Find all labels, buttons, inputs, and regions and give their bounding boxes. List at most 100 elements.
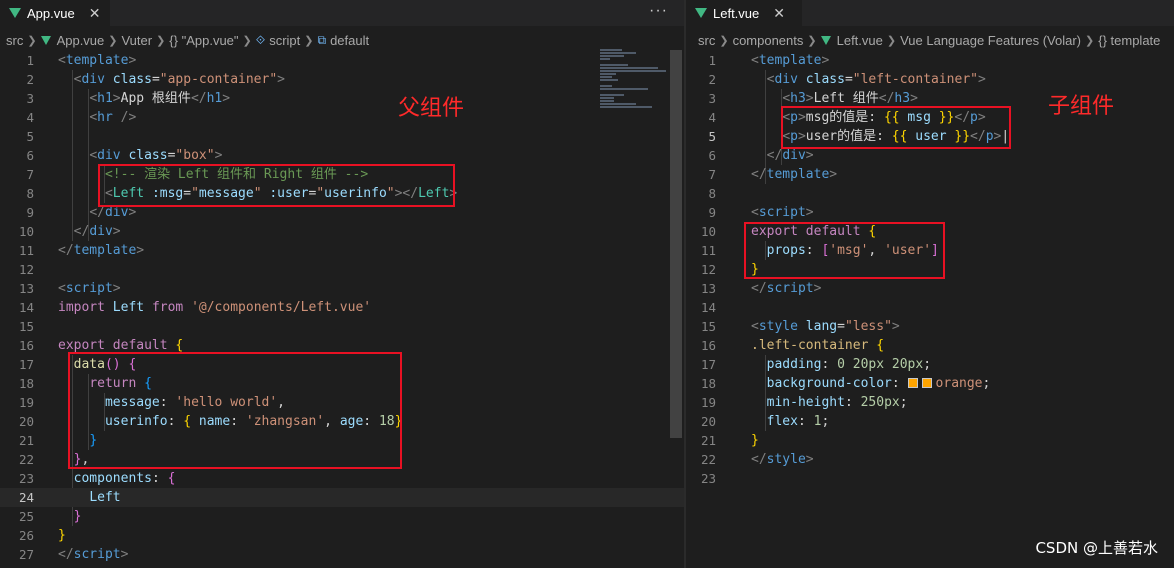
vue-logo-icon [40, 35, 51, 45]
line-number: 24 [18, 490, 34, 505]
line-number: 13 [700, 281, 716, 296]
line-number: 21 [18, 433, 34, 448]
line-number: 18 [18, 376, 34, 391]
code-line: 2 <div class="left-container"> [686, 70, 1174, 89]
code-value: orange [935, 376, 983, 391]
chevron-right-icon: ❯ [156, 34, 166, 47]
code-line: 19 min-height: 250px; [686, 393, 1174, 412]
line-number: 10 [18, 224, 34, 239]
vue-logo-icon [820, 35, 831, 45]
color-swatch-icon[interactable] [907, 378, 918, 388]
breadcrumb-item[interactable]: {} "App.vue" [169, 33, 238, 48]
watermark: CSDN @上善若水 [1035, 539, 1158, 557]
code-line: 17 padding: 0 20px 20px; [686, 355, 1174, 374]
line-number: 6 [708, 148, 716, 163]
highlight-box-props [744, 222, 945, 279]
tab-bar: Left.vue ✕ [686, 0, 1174, 26]
breadcrumb-item[interactable]: src [698, 33, 715, 48]
line-number: 17 [700, 357, 716, 372]
code-line: 7 </template> [686, 165, 1174, 184]
line-number: 3 [26, 91, 34, 106]
line-number: 4 [708, 110, 716, 125]
line-number: 1 [708, 53, 716, 68]
code-line: 12 [0, 260, 684, 279]
line-number: 15 [700, 319, 716, 334]
chevron-right-icon: ❯ [27, 34, 37, 47]
symbol-icon: ⟐ [255, 32, 266, 47]
code-line: 20 flex: 1; [686, 412, 1174, 431]
line-number: 3 [708, 91, 716, 106]
line-number: 25 [18, 509, 34, 524]
line-number: 8 [708, 186, 716, 201]
code-line: 15 [0, 317, 684, 336]
code-line: 25 } [0, 507, 684, 526]
code-editor[interactable]: 1 <template> 2 <div class="app-container"… [0, 51, 684, 564]
code-line: 4 <hr /> [0, 108, 684, 127]
annotation-parent: 父组件 [398, 96, 465, 121]
breadcrumb-item[interactable]: components [733, 33, 804, 48]
breadcrumb-item[interactable]: {} template [1098, 33, 1160, 48]
breadcrumb-item[interactable]: default [330, 33, 369, 48]
code-line: 26} [0, 526, 684, 545]
code-line: 3 <h1>App 根组件</h1> [0, 89, 684, 108]
code-line: 6 <div class="box"> [0, 146, 684, 165]
highlight-box-template-usage [781, 106, 1011, 149]
line-number: 6 [26, 148, 34, 163]
line-number: 13 [18, 281, 34, 296]
annotation-child: 子组件 [1048, 94, 1115, 119]
code-line: 14 import Left from '@/components/Left.vu… [0, 298, 684, 317]
line-number: 15 [18, 319, 34, 334]
line-number: 20 [700, 414, 716, 429]
breadcrumb-item[interactable]: Left.vue [837, 33, 883, 48]
code-line: 11 </template> [0, 241, 684, 260]
tab-left-vue[interactable]: Left.vue ✕ [686, 0, 802, 26]
chevron-right-icon: ❯ [108, 34, 118, 47]
line-number: 22 [18, 452, 34, 467]
code-line: 23 components: { [0, 469, 684, 488]
line-number: 22 [700, 452, 716, 467]
breadcrumb-item[interactable]: Vue Language Features (Volar) [900, 33, 1081, 48]
line-number: 5 [26, 129, 34, 144]
line-number: 14 [700, 300, 716, 315]
breadcrumb: src ❯ components ❯ Left.vue ❯ Vue Langua… [698, 30, 1160, 50]
code-line: 27 </script> [0, 545, 684, 564]
breadcrumb-item[interactable]: App.vue [57, 33, 105, 48]
breadcrumb-item[interactable]: script [269, 33, 300, 48]
code-line: 18 background-color: orange; [686, 374, 1174, 393]
line-number: 12 [18, 262, 34, 277]
line-number: 23 [18, 471, 34, 486]
line-number: 5 [708, 129, 716, 144]
chevron-right-icon: ❯ [719, 34, 729, 47]
code-line: 1 <template> [686, 51, 1174, 70]
highlight-box-left-usage [98, 164, 455, 207]
breadcrumb-item[interactable]: Vuter [121, 33, 152, 48]
close-icon[interactable]: ✕ [773, 5, 785, 22]
line-number: 16 [700, 338, 716, 353]
code-line: 15 <style lang="less"> [686, 317, 1174, 336]
line-number: 10 [700, 224, 716, 239]
line-number: 9 [708, 205, 716, 220]
line-number: 2 [26, 72, 34, 87]
tab-label: App.vue [27, 5, 75, 21]
tab-bar: App.vue ✕ ··· [0, 0, 684, 26]
line-number: 19 [18, 395, 34, 410]
chevron-right-icon: ❯ [242, 34, 252, 47]
line-number: 26 [18, 528, 34, 543]
close-icon[interactable]: ✕ [89, 5, 101, 22]
code-text: Left 组件 [813, 91, 879, 106]
editor-pane-left-vue: Left.vue ✕ src ❯ components ❯ Left.vue ❯… [686, 0, 1174, 568]
line-number: 27 [18, 547, 34, 562]
editor-pane-app-vue: App.vue ✕ ··· src ❯ App.vue ❯ Vuter ❯ {}… [0, 0, 684, 568]
breadcrumb: src ❯ App.vue ❯ Vuter ❯ {} "App.vue" ❯ ⟐… [6, 30, 369, 50]
line-number: 7 [26, 167, 34, 182]
line-number: 9 [26, 205, 34, 220]
tab-app-vue[interactable]: App.vue ✕ [0, 0, 110, 26]
breadcrumb-item[interactable]: src [6, 33, 23, 48]
chevron-right-icon: ❯ [886, 34, 897, 47]
color-swatch-icon[interactable] [921, 378, 932, 388]
code-line: 2 <div class="app-container"> [0, 70, 684, 89]
more-actions-icon[interactable]: ··· [649, 2, 668, 20]
symbol-method-icon: ⧉ [317, 32, 327, 47]
code-line: 23 [686, 469, 1174, 488]
line-number: 12 [700, 262, 716, 277]
